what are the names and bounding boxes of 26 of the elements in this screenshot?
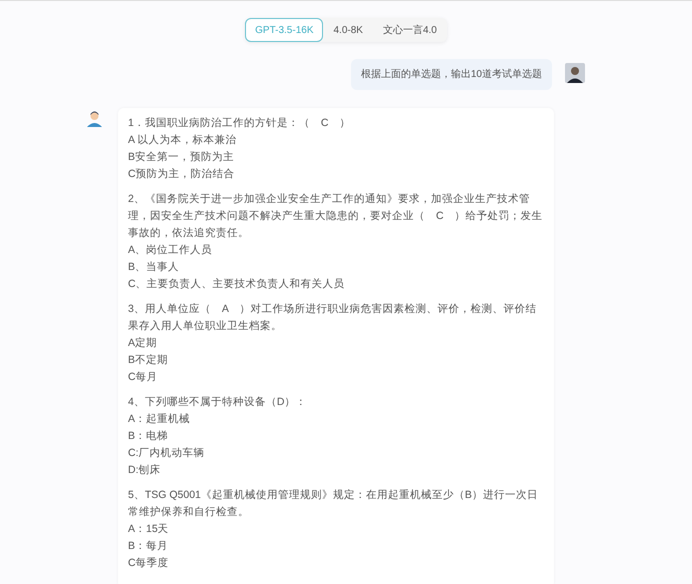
answer-option: A 以人为本，标本兼治	[128, 132, 544, 149]
answer-option: B安全第一，预防为主	[128, 149, 544, 166]
model-tab[interactable]: 4.0-8K	[323, 18, 373, 42]
user-message: 根据上面的单选题，输出10道考试单选题	[350, 59, 552, 90]
answer-option: A：起重机械	[128, 411, 544, 428]
question-text: 4、下列哪些不属于特种设备（D）：	[128, 395, 308, 410]
question-text: 3、用人单位应（ A ）对工作场所进行职业病危害因素检测、评价，检测、评价结果存入用人单位职业卫生档案。	[128, 302, 538, 334]
question-text: 2、《国务院关于进一步加强企业安全生产工作的通知》要求，加强企业生产技术管理，因安全生产技术问题不解决产生重大隐患的，要对企业（ C ）给予处罚；发生事故的，依法追究责任。	[128, 192, 544, 241]
question-text: 1．我国职业病防治工作的方针是：（ C ）	[128, 116, 352, 131]
question-text: 5、TSG Q5001《起重机械使用管理规则》规定：在用起重机械至少（B）进行一次日常维护保养和自行检查。	[128, 488, 539, 520]
answer-option: B、当事人	[128, 259, 544, 276]
answer-option: C预防为主，防治结合	[128, 166, 544, 183]
answer-option: A、岗位工作人员	[128, 242, 544, 259]
answer-option: B不定期	[128, 352, 544, 369]
answer-option: C每月	[128, 369, 544, 386]
user-avatar	[565, 63, 585, 83]
answer-option: C:厂内机动车辆	[128, 445, 544, 462]
answer-option: C、主要负责人、主要技术负责人和有关人员	[128, 276, 544, 293]
answer-option: A：15天	[128, 521, 544, 538]
answer-option: B：电梯	[128, 428, 544, 445]
assistant-avatar-icon	[86, 110, 103, 127]
model-tab[interactable]: 文心一言4.0	[372, 18, 447, 42]
answer-option: B：每月	[128, 538, 544, 555]
answer-option: D:刨床	[128, 462, 544, 479]
answer-option: A定期	[128, 335, 544, 352]
answer-option: C每季度	[128, 555, 544, 572]
